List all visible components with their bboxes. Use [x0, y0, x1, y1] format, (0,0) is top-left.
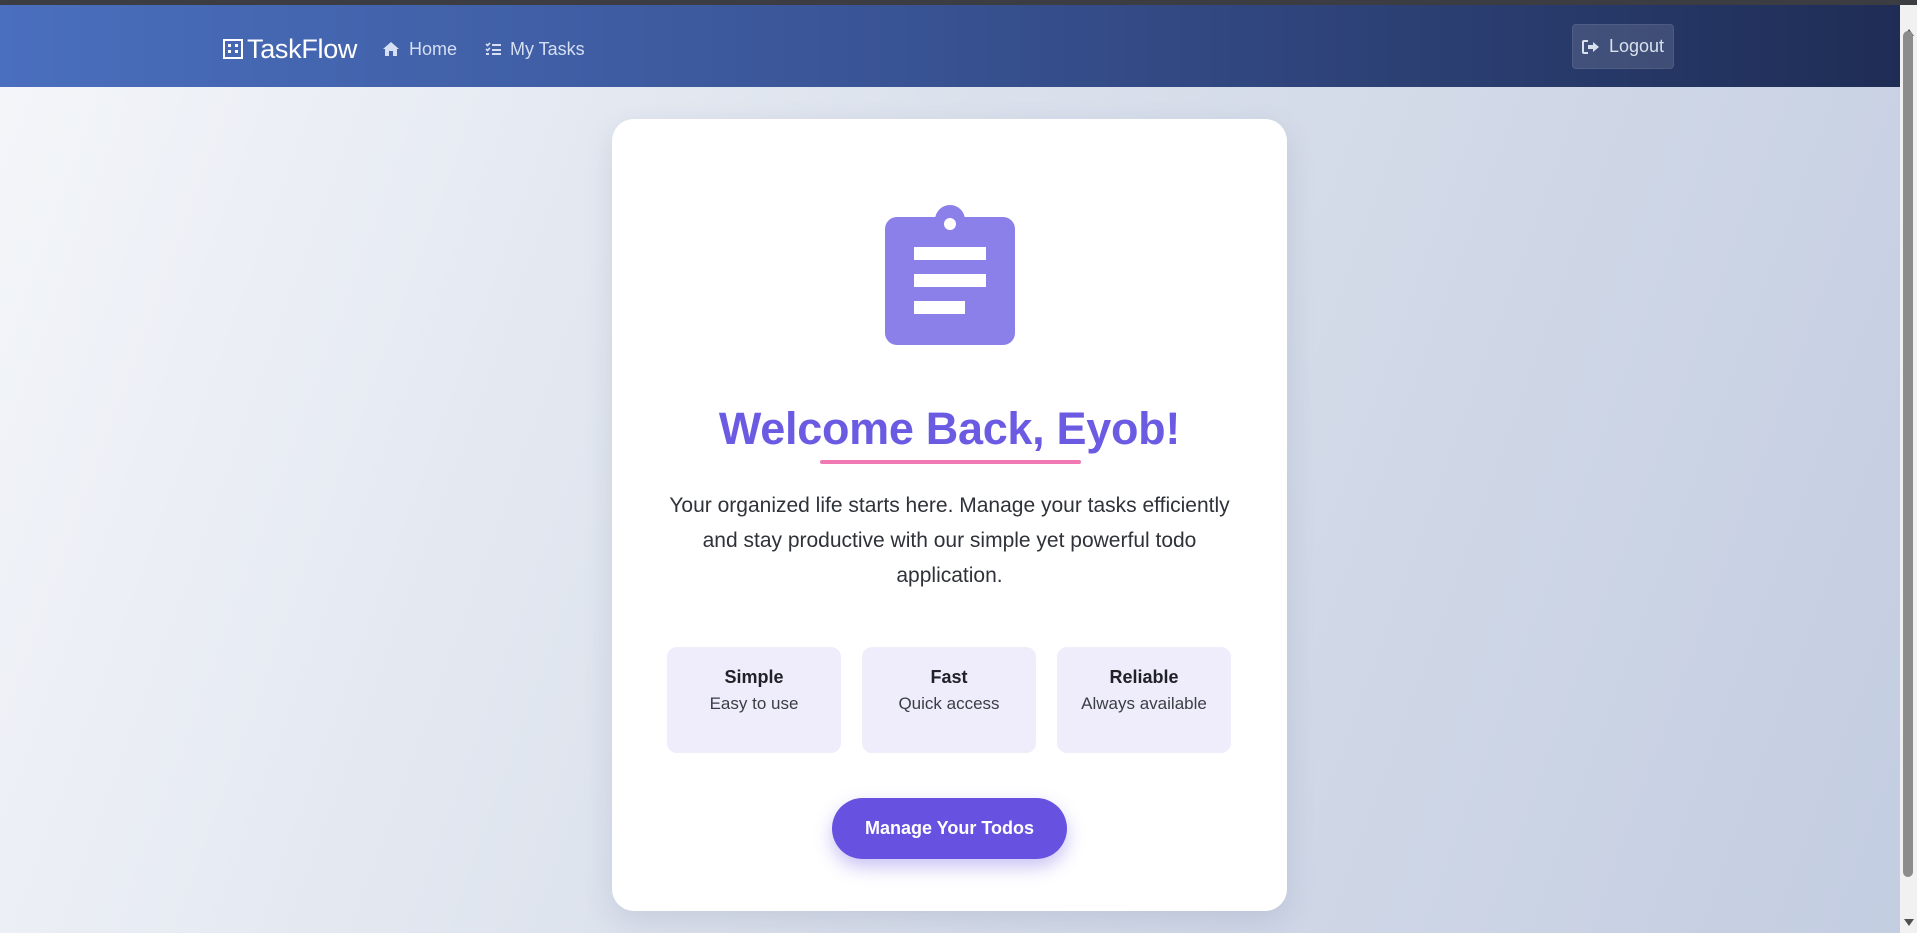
scroll-down-arrow-icon[interactable] — [1904, 919, 1914, 926]
welcome-card: Welcome Back, Eyob! Your organized life … — [612, 119, 1287, 911]
nav-my-tasks-label: My Tasks — [510, 38, 585, 59]
feature-subtitle: Quick access — [898, 694, 1000, 713]
scrollbar-thumb[interactable] — [1903, 31, 1913, 877]
feature-list: Simple Easy to use Fast Quick access Rel… — [667, 647, 1233, 753]
clipboard-icon — [885, 205, 1015, 345]
welcome-heading: Welcome Back, Eyob! — [718, 403, 1181, 454]
heading-underline — [820, 460, 1081, 464]
nav-home-link[interactable]: Home — [382, 35, 457, 63]
building-icon — [223, 39, 243, 59]
tasks-list-icon — [485, 42, 501, 55]
nav-my-tasks-link[interactable]: My Tasks — [485, 35, 585, 63]
sign-out-icon — [1581, 39, 1599, 54]
home-icon — [383, 42, 399, 56]
feature-card-fast: Fast Quick access — [862, 647, 1036, 753]
feature-title: Fast — [930, 667, 968, 687]
brand-name: TaskFlow — [247, 33, 358, 64]
page-scrollbar[interactable] — [1900, 5, 1917, 933]
logout-label: Logout — [1608, 36, 1665, 56]
feature-title: Reliable — [1109, 667, 1179, 687]
logout-button[interactable]: Logout — [1572, 24, 1674, 69]
feature-subtitle: Easy to use — [709, 694, 799, 713]
intro-text: Your organized life starts here. Manage … — [669, 494, 1230, 587]
brand-link[interactable]: TaskFlow — [222, 33, 357, 65]
feature-card-reliable: Reliable Always available — [1057, 647, 1231, 753]
feature-subtitle: Always available — [1081, 694, 1207, 713]
manage-todos-button[interactable]: Manage Your Todos — [832, 798, 1067, 859]
nav-home-label: Home — [409, 38, 458, 59]
feature-card-simple: Simple Easy to use — [667, 647, 841, 753]
navbar: TaskFlow Home My Tasks Logout — [0, 5, 1900, 87]
feature-title: Simple — [724, 667, 784, 687]
